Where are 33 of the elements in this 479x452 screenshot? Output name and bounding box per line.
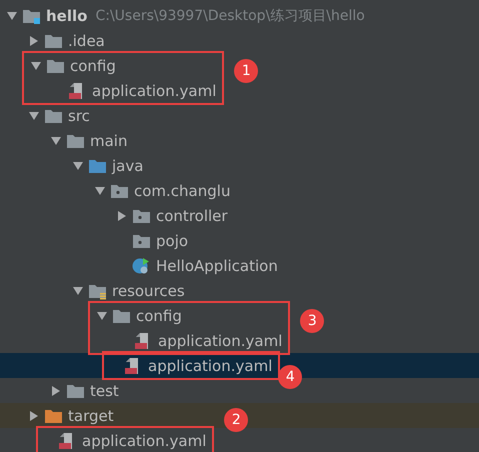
tree-item[interactable]: hello C:\Users\93997\Desktop\练习项目\hello — [0, 3, 479, 28]
collapsed-arrow-icon[interactable] — [28, 34, 40, 46]
collapsed-arrow-icon[interactable] — [28, 410, 40, 422]
tree-item[interactable]: application.yaml — [90, 328, 282, 353]
tree-item[interactable]: application.yaml — [104, 353, 272, 378]
collapsed-arrow-icon[interactable] — [50, 384, 62, 396]
tree-item[interactable]: controller — [0, 203, 479, 228]
expanded-arrow-icon[interactable] — [6, 10, 18, 22]
tree-item[interactable]: src — [0, 103, 479, 128]
expanded-arrow-icon[interactable] — [50, 134, 62, 146]
tree-item[interactable]: application.yaml — [38, 428, 206, 452]
annotation-badge: 1 — [234, 59, 258, 83]
tree-item[interactable]: java — [0, 153, 479, 178]
tree-item[interactable]: HelloApplication — [0, 253, 479, 278]
expanded-arrow-icon[interactable] — [72, 284, 84, 296]
project-path: C:\Users\93997\Desktop\练习项目\hello — [95, 6, 365, 24]
annotation-badge: 3 — [300, 309, 324, 333]
tree-item[interactable]: application.yaml — [24, 78, 216, 103]
annotation-badge: 4 — [278, 365, 302, 389]
tree-item[interactable]: .idea — [0, 28, 479, 53]
expanded-arrow-icon[interactable] — [28, 110, 40, 122]
tree-item[interactable]: pojo — [0, 228, 479, 253]
tree-item[interactable]: main — [0, 128, 479, 153]
tree-item[interactable]: com.changlu — [0, 178, 479, 203]
tree-item[interactable]: config — [24, 53, 216, 78]
expanded-arrow-icon[interactable] — [94, 184, 106, 196]
expanded-arrow-icon[interactable] — [72, 160, 84, 172]
tree-item[interactable]: resources — [0, 278, 479, 303]
tree-item[interactable]: config — [90, 303, 282, 328]
expanded-arrow-icon[interactable] — [96, 310, 108, 322]
collapsed-arrow-icon[interactable] — [116, 210, 128, 222]
expanded-arrow-icon[interactable] — [30, 60, 42, 72]
spring-class-icon — [132, 256, 151, 274]
